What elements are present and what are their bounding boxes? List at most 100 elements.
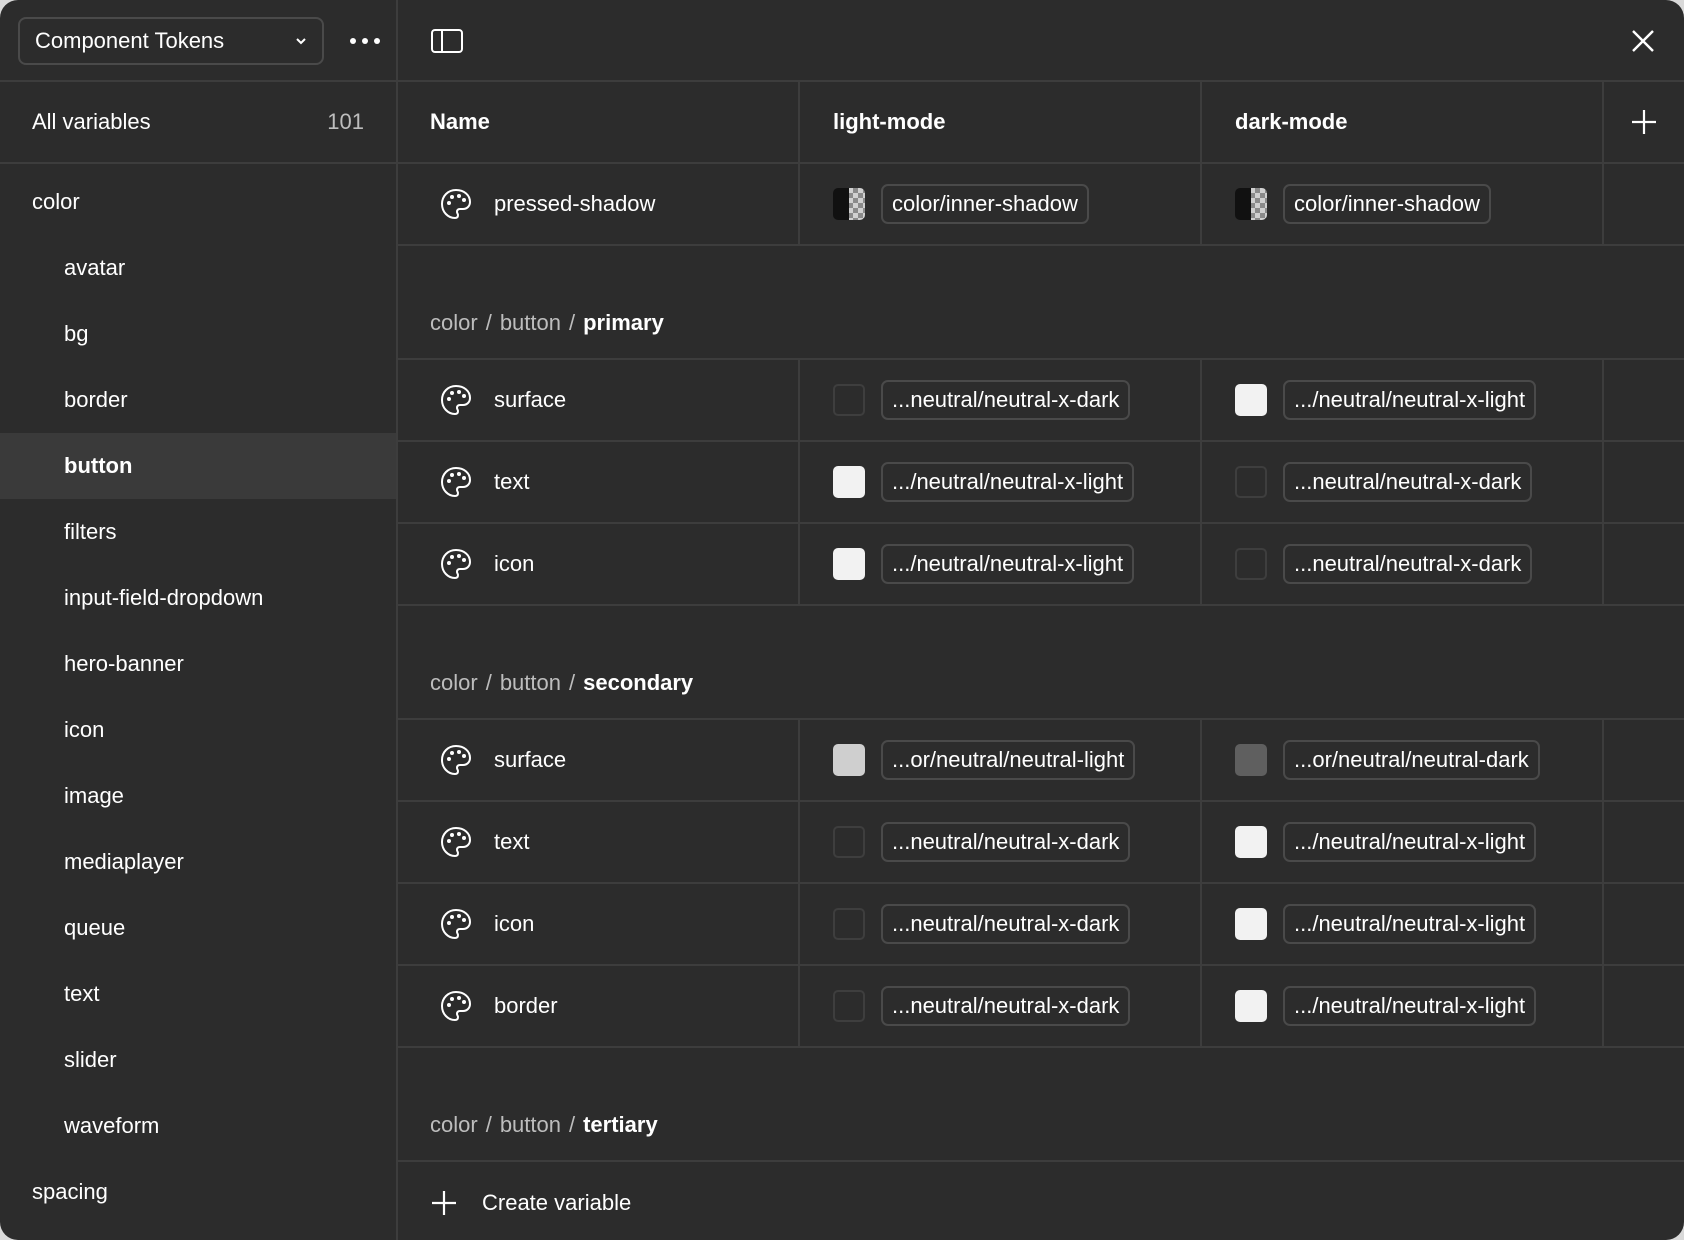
sidebar-item-subgroup[interactable]: filters (0, 499, 396, 565)
table-row[interactable]: text .../neutral/neutral-x-light ...neutra… (398, 442, 1684, 524)
alias-pill[interactable]: ...neutral/neutral-x-dark (1283, 462, 1533, 502)
table-row[interactable]: surface ...neutral/neutral-x-dark .../neut… (398, 360, 1684, 442)
path-segment: color (430, 310, 478, 335)
color-swatch[interactable] (1235, 466, 1267, 498)
alias-pill[interactable]: ...neutral/neutral-x-dark (881, 986, 1131, 1026)
color-swatch[interactable] (833, 908, 865, 940)
alias-pill[interactable]: .../neutral/neutral-x-light (1283, 904, 1537, 944)
color-swatch[interactable] (1235, 744, 1267, 776)
table-row[interactable]: icon .../neutral/neutral-x-light ...neutra… (398, 524, 1684, 606)
color-swatch[interactable] (833, 744, 865, 776)
color-swatch[interactable] (1235, 990, 1267, 1022)
add-mode-button[interactable] (1629, 107, 1659, 137)
row-end-cell (1604, 966, 1684, 1046)
column-header-name[interactable]: Name (398, 82, 800, 162)
color-swatch[interactable] (1235, 548, 1267, 580)
sidebar-item-subgroup[interactable]: hero-banner (0, 631, 396, 697)
dark-mode-value-cell: .../neutral/neutral-x-light (1202, 360, 1604, 440)
alias-pill[interactable]: ...neutral/neutral-x-dark (1283, 544, 1533, 584)
alias-pill[interactable]: .../neutral/neutral-x-light (881, 544, 1135, 584)
row-end-cell (1604, 802, 1684, 882)
variable-name[interactable]: surface (494, 747, 566, 773)
alias-pill[interactable]: ...or/neutral/neutral-light (881, 740, 1136, 780)
variables-window: Component Tokens All variables 101 color… (0, 0, 1684, 1240)
create-variable-button[interactable]: Create variable (398, 1162, 1684, 1240)
sidebar-item-subgroup[interactable]: slider (0, 1027, 396, 1093)
sidebar-toggle-button[interactable] (430, 26, 464, 56)
color-swatch[interactable] (833, 990, 865, 1022)
sidebar-item-subgroup[interactable]: input-field-dropdown (0, 565, 396, 631)
more-options-button[interactable] (343, 22, 387, 60)
dark-mode-value-cell: color/inner-shadow (1202, 164, 1604, 244)
variable-name[interactable]: pressed-shadow (494, 191, 655, 217)
group-name: primary (583, 310, 664, 335)
sidebar-item-label: filters (64, 519, 117, 544)
color-swatch[interactable] (833, 188, 865, 220)
alias-pill[interactable]: ...neutral/neutral-x-dark (881, 380, 1131, 420)
light-mode-value-cell: ...neutral/neutral-x-dark (800, 360, 1202, 440)
sidebar-item-group[interactable]: spacing (0, 1159, 396, 1225)
color-swatch[interactable] (1235, 188, 1267, 220)
sidebar-item-subgroup[interactable]: icon (0, 697, 396, 763)
variable-name[interactable]: surface (494, 387, 566, 413)
sidebar-item-subgroup[interactable]: button (0, 433, 396, 499)
color-swatch[interactable] (833, 384, 865, 416)
color-swatch[interactable] (1235, 826, 1267, 858)
alias-pill[interactable]: color/inner-shadow (881, 184, 1089, 224)
variable-name[interactable]: text (494, 469, 529, 495)
table-row[interactable]: pressed-shadow color/inner-shadow color/in… (398, 164, 1684, 246)
path-segment: button (499, 1112, 561, 1137)
table-row[interactable]: surface ...or/neutral/neutral-light ...or/… (398, 720, 1684, 802)
sidebar-item-subgroup[interactable]: mediaplayer (0, 829, 396, 895)
color-palette-icon (439, 989, 473, 1023)
column-header-dark-mode[interactable]: dark-mode (1202, 82, 1604, 162)
sidebar-item-subgroup[interactable]: waveform (0, 1093, 396, 1159)
table-row[interactable]: text ...neutral/neutral-x-dark .../neutral… (398, 802, 1684, 884)
alias-pill[interactable]: ...or/neutral/neutral-dark (1283, 740, 1540, 780)
row-end-cell (1604, 884, 1684, 964)
alias-pill[interactable]: color/inner-shadow (1283, 184, 1491, 224)
alias-pill[interactable]: .../neutral/neutral-x-light (881, 462, 1135, 502)
sidebar-item-subgroup[interactable]: bg (0, 301, 396, 367)
alias-pill[interactable]: ...neutral/neutral-x-dark (881, 822, 1131, 862)
color-swatch[interactable] (833, 466, 865, 498)
variable-name[interactable]: text (494, 829, 529, 855)
variable-name-cell: surface (398, 720, 800, 800)
color-swatch[interactable] (1235, 908, 1267, 940)
variable-name[interactable]: border (494, 993, 558, 1019)
color-palette-icon (439, 187, 473, 221)
path-segment: color (430, 670, 478, 695)
light-mode-value-cell: color/inner-shadow (800, 164, 1202, 244)
variable-name[interactable]: icon (494, 911, 534, 937)
color-swatch[interactable] (1235, 384, 1267, 416)
sidebar-item-subgroup[interactable]: text (0, 961, 396, 1027)
table-row[interactable]: border ...neutral/neutral-x-dark .../neutr… (398, 966, 1684, 1048)
alias-pill[interactable]: .../neutral/neutral-x-light (1283, 822, 1537, 862)
color-swatch[interactable] (833, 548, 865, 580)
close-button[interactable] (1626, 24, 1660, 58)
alias-pill[interactable]: .../neutral/neutral-x-light (1283, 380, 1537, 420)
variable-name-cell: text (398, 442, 800, 522)
collection-dropdown[interactable]: Component Tokens (18, 17, 324, 65)
row-end-cell (1604, 442, 1684, 522)
sidebar-item-group[interactable]: color (0, 169, 396, 235)
sidebar-item-subgroup[interactable]: avatar (0, 235, 396, 301)
color-palette-icon (439, 465, 473, 499)
collection-name: Component Tokens (35, 28, 225, 53)
all-variables-item[interactable]: All variables 101 (0, 82, 396, 164)
column-header-light-mode[interactable]: light-mode (800, 82, 1202, 162)
sidebar-header: Component Tokens (0, 0, 396, 82)
alias-pill[interactable]: ...neutral/neutral-x-dark (881, 904, 1131, 944)
variable-name[interactable]: icon (494, 551, 534, 577)
color-swatch[interactable] (833, 826, 865, 858)
table-row[interactable]: icon ...neutral/neutral-x-dark .../neutral… (398, 884, 1684, 966)
group-name: secondary (583, 670, 694, 695)
light-mode-value-cell: .../neutral/neutral-x-light (800, 442, 1202, 522)
sidebar-item-label: color (32, 189, 80, 214)
sidebar-item-subgroup[interactable]: queue (0, 895, 396, 961)
alias-pill[interactable]: .../neutral/neutral-x-light (1283, 986, 1537, 1026)
create-variable-label: Create variable (482, 1190, 632, 1215)
sidebar-item-subgroup[interactable]: image (0, 763, 396, 829)
sidebar-item-subgroup[interactable]: border (0, 367, 396, 433)
color-palette-icon (439, 547, 473, 581)
